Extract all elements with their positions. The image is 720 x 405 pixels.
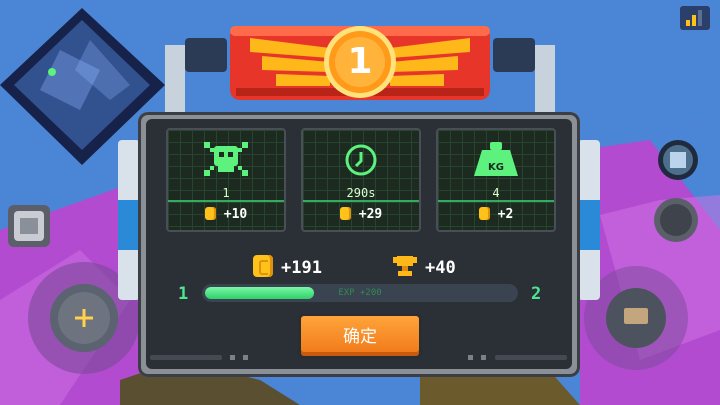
exp-text: EXP +200	[338, 288, 382, 298]
panel-dot	[481, 355, 486, 360]
skull-icon	[204, 142, 248, 176]
rank-number: 1	[347, 41, 373, 82]
panel-dot	[468, 355, 473, 360]
coin-icon	[478, 207, 490, 220]
kills-card: 1 +10	[166, 128, 286, 232]
time-reward: +29	[303, 207, 419, 222]
coin-icon	[253, 255, 273, 277]
time-value: 290s	[346, 186, 376, 200]
weight-value: 4	[492, 186, 500, 200]
time-card: 290s +29	[301, 128, 421, 232]
weight-card: KG 4 +2	[436, 128, 556, 232]
total-coins: +191	[253, 255, 322, 278]
level-current: 1	[178, 284, 189, 304]
trophy-icon	[393, 256, 417, 276]
total-trophies: +40	[393, 255, 456, 278]
weight-reward: +2	[438, 207, 554, 222]
coin-icon	[339, 207, 351, 220]
panel-divider	[495, 355, 567, 360]
kills-reward: +10	[168, 207, 284, 222]
panel-divider	[150, 355, 222, 360]
coin-icon	[204, 207, 216, 220]
svg-text:KG: KG	[488, 162, 504, 173]
level-next: 2	[531, 284, 542, 304]
panel-dot	[243, 355, 248, 360]
clock-icon	[345, 144, 377, 176]
weight-icon: KG	[474, 142, 518, 176]
panel-dot	[230, 355, 235, 360]
kills-value: 1	[222, 186, 230, 200]
confirm-button[interactable]: 确定	[298, 313, 422, 359]
